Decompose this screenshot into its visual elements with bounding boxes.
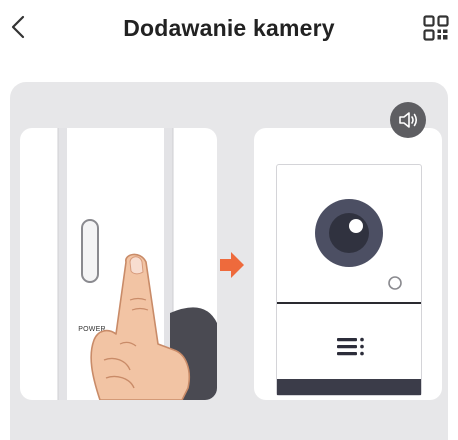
speaker-icon [397, 110, 419, 130]
header-bar: Dodawanie kamery [0, 0, 458, 62]
sound-toggle-button[interactable] [390, 102, 426, 138]
page-title: Dodawanie kamery [123, 15, 335, 41]
pointing-hand-icon [78, 248, 198, 400]
scan-qr-button[interactable] [419, 11, 453, 45]
instruction-illustration: POWER [10, 82, 448, 440]
power-panel: POWER [20, 128, 217, 400]
arrow-right-icon [218, 250, 246, 280]
menu-list-icon [335, 335, 367, 359]
qr-code-scan-icon [423, 15, 449, 41]
doorbell-device [276, 164, 422, 396]
